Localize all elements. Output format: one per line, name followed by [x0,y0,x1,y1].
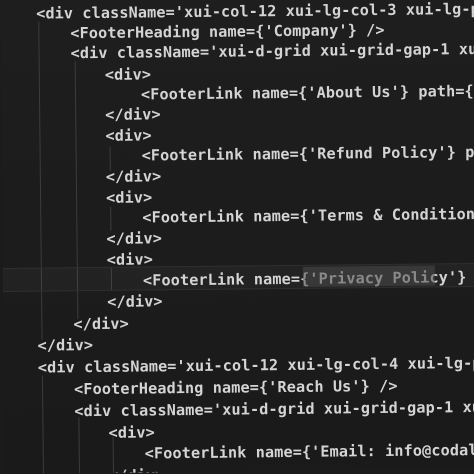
code-line[interactable]: <div> [106,187,152,207]
code-line[interactable]: </div> [38,335,94,356]
code-line[interactable]: </div> [105,104,161,125]
code-line[interactable]: <FooterLink name={'Email: info@codalit [145,440,474,464]
code-line[interactable]: <FooterLink name={'Refund Policy'} path= [142,142,474,166]
code-line[interactable]: <FooterHeading name={'Reach Us'} /> [74,376,398,399]
code-editor[interactable]: <div className='xui-col-12 xui-lg-col-3 … [0,0,474,474]
code-line[interactable]: </div> [106,166,162,187]
code-line[interactable]: <div> [107,249,153,269]
code-line[interactable]: </div> [106,228,162,249]
code-line[interactable]: <div className='xui-col-12 xui-lg-col-4 … [38,353,474,378]
text-selection [302,265,436,287]
indent-guide [41,375,44,474]
code-line[interactable]: <div> [105,125,151,145]
indent-guide [110,206,112,231]
indent-guide [78,417,81,474]
code-line[interactable]: <div className='xui-d-grid xui-grid-gap-… [74,397,474,421]
code-line[interactable]: </div> [109,465,165,474]
code-line[interactable]: </div> [73,314,129,335]
code-line[interactable]: <div> [105,64,151,84]
code-line[interactable]: <FooterLink name={'About Us'} path={'/' [141,81,474,105]
code-line[interactable]: </div> [107,291,163,312]
code-line[interactable]: <div className='xui-d-grid xui-grid-gap-… [70,39,474,64]
indent-guide [38,21,43,340]
code-line[interactable]: <FooterLink name={'Terms & Conditions'} [142,204,474,228]
code-line[interactable]: <div> [108,422,154,442]
code-line[interactable]: <div className='xui-col-12 xui-lg-col-3 … [36,0,474,24]
